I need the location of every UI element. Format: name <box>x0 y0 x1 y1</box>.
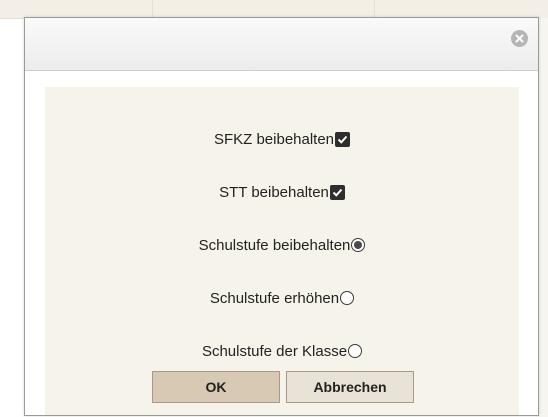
schulstufe-erhoehen-radio[interactable] <box>340 291 355 305</box>
dialog-titlebar <box>25 18 538 71</box>
background-divider <box>374 0 375 18</box>
cancel-button[interactable]: Abbrechen <box>286 371 414 403</box>
stt-checkbox[interactable] <box>329 184 345 200</box>
close-icon[interactable] <box>511 30 528 47</box>
option-sfkz-row: SFKZ beibehalten <box>45 127 519 151</box>
option-label: SFKZ beibehalten <box>213 130 335 148</box>
schulstufe-klasse-radio[interactable] <box>348 344 363 358</box>
background-divider <box>152 0 153 18</box>
option-label: Schulstufe erhöhen <box>209 289 340 307</box>
option-schulstufe-klasse-row: Schulstufe der Klasse <box>45 339 519 363</box>
option-stt-row: STT beibehalten <box>45 180 519 204</box>
schulstufe-beibehalten-radio[interactable] <box>351 238 366 252</box>
dialog: SFKZ beibehalten STT beibehalten Schulst… <box>24 17 539 416</box>
ok-button[interactable]: OK <box>152 371 280 403</box>
option-schulstufe-erhoehen-row: Schulstufe erhöhen <box>45 286 519 310</box>
option-label: Schulstufe beibehalten <box>198 236 351 254</box>
sfkz-checkbox[interactable] <box>335 131 351 147</box>
option-label: Schulstufe der Klasse <box>201 342 348 360</box>
option-schulstufe-beibehalten-row: Schulstufe beibehalten <box>45 233 519 257</box>
option-label: STT beibehalten <box>219 183 329 201</box>
dialog-content: SFKZ beibehalten STT beibehalten Schulst… <box>45 87 519 415</box>
